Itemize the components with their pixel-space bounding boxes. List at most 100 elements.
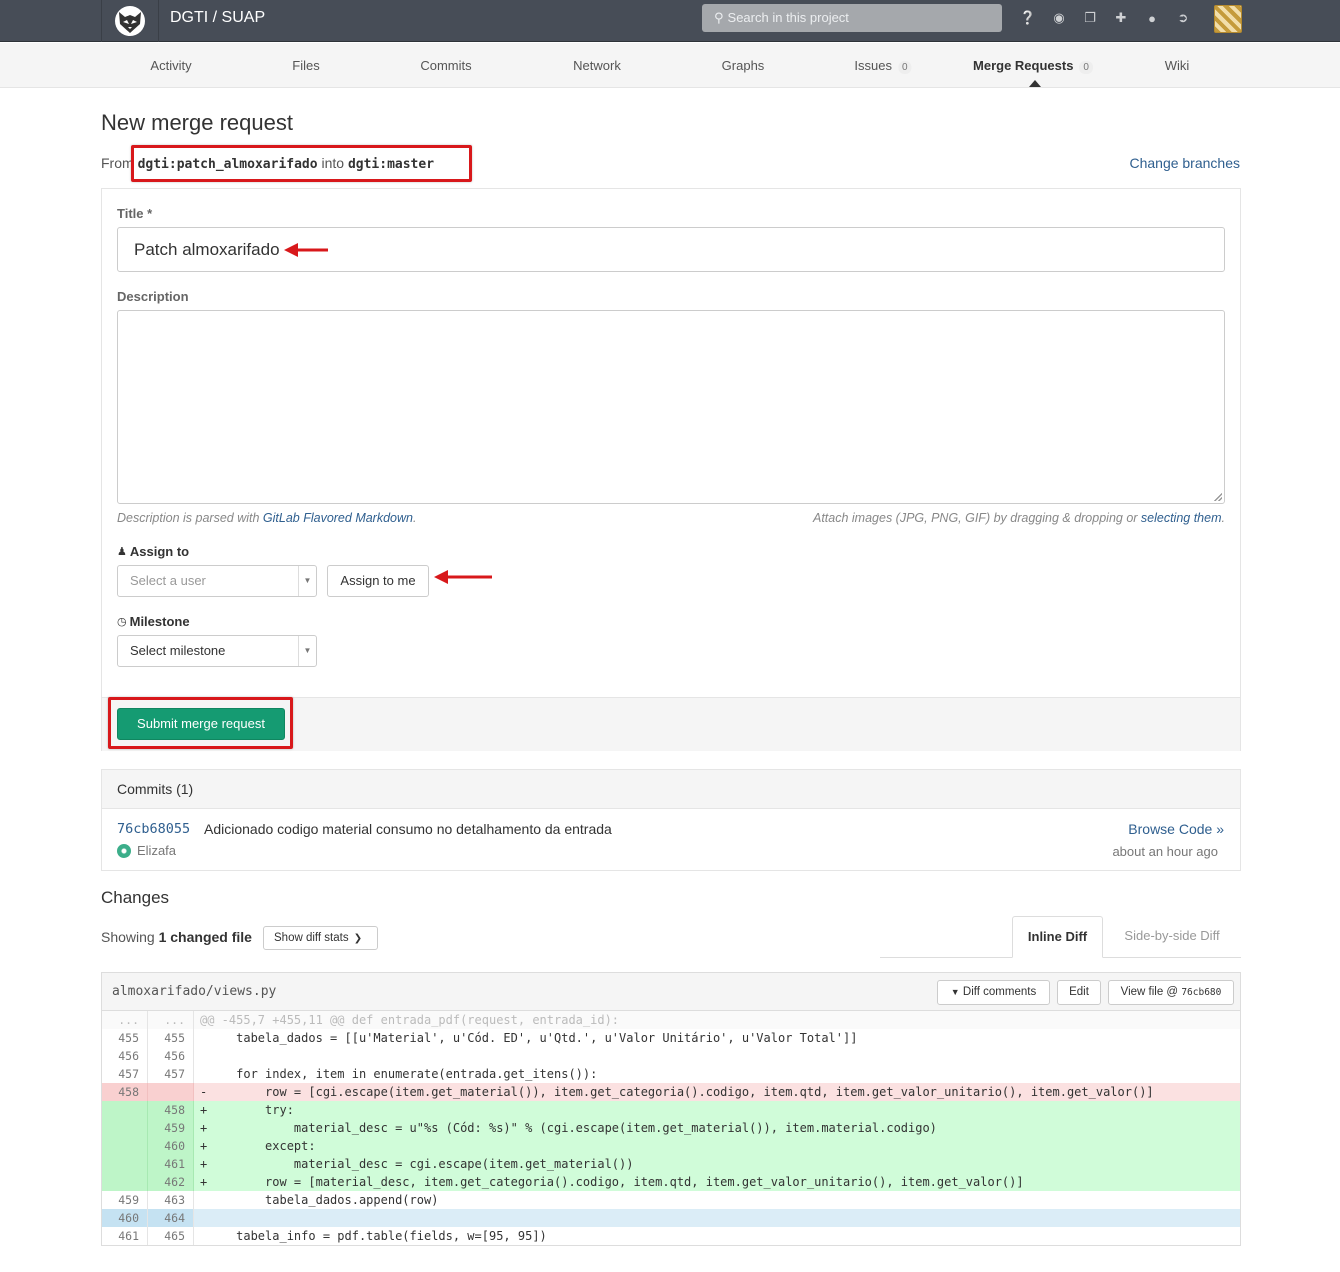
- new-line-number[interactable]: 456: [148, 1047, 194, 1065]
- tab-activity[interactable]: Activity: [150, 43, 191, 88]
- commit-author[interactable]: Elizafa: [117, 843, 176, 858]
- diff-code: + try:: [200, 1103, 294, 1117]
- diff-code: @@ -455,7 +455,11 @@ def entrada_pdf(req…: [200, 1013, 620, 1027]
- old-line-number[interactable]: 461: [102, 1227, 148, 1245]
- tab-graphs[interactable]: Graphs: [722, 43, 765, 88]
- assignee-select[interactable]: Select a user ▼: [117, 565, 317, 597]
- new-line-number[interactable]: 457: [148, 1065, 194, 1083]
- old-line-number[interactable]: 459: [102, 1191, 148, 1209]
- tab-network[interactable]: Network: [573, 43, 621, 88]
- new-line-number[interactable]: 460: [148, 1137, 194, 1155]
- help-icon[interactable]: ❔: [1018, 8, 1038, 28]
- new-line-number[interactable]: 461: [148, 1155, 194, 1173]
- snippets-icon[interactable]: ❐: [1080, 8, 1100, 28]
- user-icon: ♟: [117, 546, 127, 558]
- tab-label: Activity: [150, 58, 192, 73]
- select-files-link[interactable]: selecting them: [1141, 511, 1222, 525]
- milestone-select[interactable]: Select milestone ▼: [117, 635, 317, 667]
- diff-comments-button[interactable]: ▼ Diff comments: [937, 980, 1050, 1005]
- tab-files[interactable]: Files: [292, 43, 319, 88]
- diff-comments-label: Diff comments: [962, 986, 1037, 998]
- description-label: Description: [117, 289, 189, 304]
- old-line-number[interactable]: 460: [102, 1209, 148, 1227]
- assign-label: ♟ Assign to: [117, 544, 189, 559]
- old-line-number[interactable]: 457: [102, 1065, 148, 1083]
- description-textarea[interactable]: [117, 310, 1225, 504]
- tab-label: Issues: [854, 58, 893, 73]
- avatar[interactable]: [1214, 5, 1242, 33]
- changes-heading: Changes: [101, 888, 170, 907]
- user-icon[interactable]: ●: [1142, 8, 1162, 28]
- commit-sha-link[interactable]: 76cb68055: [117, 821, 190, 837]
- diff-code: tabela_info = pdf.table(fields, w=[95, 9…: [200, 1229, 547, 1243]
- changed-files-summary: Showing 1 changed file: [101, 929, 252, 945]
- chevron-down-icon: ❯: [353, 933, 363, 944]
- diff-line: 461 + material_desc = cgi.escape(item.get…: [102, 1155, 1240, 1173]
- clock-icon: ◷: [117, 616, 127, 628]
- issues-count-badge: 0: [898, 61, 912, 74]
- view-file-button[interactable]: View file @ 76cb680: [1108, 980, 1234, 1005]
- view-file-label: View file @: [1120, 986, 1182, 998]
- tab-side-by-side-diff[interactable]: Side-by-side Diff: [1108, 916, 1236, 958]
- tab-label: Wiki: [1164, 58, 1190, 73]
- attach-hint: Attach images (JPG, PNG, GIF) by draggin…: [813, 511, 1225, 525]
- new-line-number[interactable]: 465: [148, 1227, 194, 1245]
- globe-icon[interactable]: ◉: [1049, 8, 1069, 28]
- new-line-number[interactable]: ...: [148, 1011, 194, 1029]
- old-line-number[interactable]: 456: [102, 1047, 148, 1065]
- commit-message[interactable]: Adicionado codigo material consumo no de…: [204, 821, 612, 837]
- diff-line: 460 464: [102, 1209, 1240, 1227]
- changed-file-count: 1 changed file: [158, 929, 252, 945]
- logout-icon[interactable]: ➲: [1173, 8, 1193, 28]
- show-diff-stats-button[interactable]: Show diff stats ❯: [263, 926, 378, 950]
- diff-code: + except:: [200, 1139, 316, 1153]
- old-line-number[interactable]: 458: [102, 1083, 148, 1101]
- new-line-number[interactable]: 464: [148, 1209, 194, 1227]
- resize-handle-icon[interactable]: [1214, 493, 1222, 501]
- new-line-number[interactable]: 463: [148, 1191, 194, 1209]
- old-line-number[interactable]: [102, 1173, 148, 1191]
- new-line-number[interactable]: 462: [148, 1173, 194, 1191]
- diff-line: 458 - row = [cgi.escape(item.get_material…: [102, 1083, 1240, 1101]
- annotation-box-submit: [108, 697, 293, 749]
- old-line-number[interactable]: ...: [102, 1011, 148, 1029]
- hint-text: Attach images (JPG, PNG, GIF) by draggin…: [812, 511, 1141, 525]
- diff-line: 459 + material_desc = u"%s (Cód: %s)" % (…: [102, 1119, 1240, 1137]
- annotation-box-branches: [131, 145, 472, 182]
- new-line-number[interactable]: [148, 1083, 194, 1101]
- browse-code-link[interactable]: Browse Code »: [1128, 821, 1224, 837]
- gitlab-logo[interactable]: [101, 0, 159, 42]
- markdown-link[interactable]: GitLab Flavored Markdown: [263, 511, 413, 525]
- diff-line: 460 + except:: [102, 1137, 1240, 1155]
- search-input[interactable]: ⚲ Search in this project: [702, 4, 1002, 32]
- commits-panel: Commits (1) 76cb68055 Adicionado codigo …: [101, 769, 1241, 871]
- assign-to-me-button[interactable]: Assign to me: [327, 565, 429, 597]
- plus-icon[interactable]: ✚: [1111, 8, 1131, 28]
- new-line-number[interactable]: 455: [148, 1029, 194, 1047]
- tab-wiki[interactable]: Wiki: [1165, 43, 1190, 88]
- title-label: Title *: [117, 206, 153, 221]
- new-line-number[interactable]: 458: [148, 1101, 194, 1119]
- project-title[interactable]: DGTI / SUAP: [170, 8, 265, 28]
- old-line-number[interactable]: [102, 1119, 148, 1137]
- old-line-number[interactable]: [102, 1137, 148, 1155]
- file-header: almoxarifado/views.py ▼ Diff comments Ed…: [102, 973, 1240, 1011]
- old-line-number[interactable]: 455: [102, 1029, 148, 1047]
- change-branches-link[interactable]: Change branches: [1129, 154, 1240, 172]
- file-path[interactable]: almoxarifado/views.py: [112, 984, 276, 999]
- tab-commits[interactable]: Commits: [420, 43, 471, 88]
- edit-file-button[interactable]: Edit: [1057, 980, 1101, 1005]
- hint-text: .: [412, 511, 417, 525]
- commit-time: about an hour ago: [1112, 844, 1218, 859]
- search-placeholder: Search in this project: [727, 10, 849, 25]
- tab-issues[interactable]: Issues 0: [854, 43, 912, 88]
- diff-lines: ...... @@ -455,7 +455,11 @@ def entrada_p…: [102, 1011, 1240, 1245]
- tab-inline-diff[interactable]: Inline Diff: [1012, 916, 1103, 958]
- tab-label: Graphs: [721, 58, 765, 73]
- new-line-number[interactable]: 459: [148, 1119, 194, 1137]
- old-line-number[interactable]: [102, 1101, 148, 1119]
- old-line-number[interactable]: [102, 1155, 148, 1173]
- assign-label-text: Assign to: [129, 544, 190, 559]
- diff-code: - row = [cgi.escape(item.get_material())…: [200, 1085, 1154, 1099]
- project-nav: Activity Files Commits Network Graphs Is…: [0, 43, 1340, 88]
